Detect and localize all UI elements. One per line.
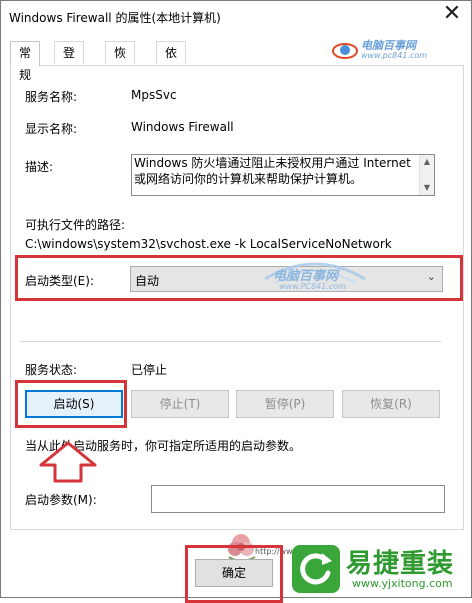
resume-button[interactable]: 恢复(R) [342, 390, 440, 418]
watermark-logo-top: 电脑百事网 www.pc841.com [331, 35, 441, 65]
display-name-label: 显示名称: [25, 122, 78, 136]
tab-logon[interactable]: 登录 [54, 41, 85, 82]
ok-button[interactable]: 确定 [195, 559, 273, 587]
service-status-label: 服务状态: [25, 363, 78, 377]
startup-type-value: 自动 [135, 274, 160, 288]
scroll-up-icon[interactable]: ▲ [420, 155, 434, 169]
service-name-label: 服务名称: [25, 90, 78, 104]
tab-recovery[interactable]: 恢复 [105, 41, 136, 82]
divider [20, 341, 441, 342]
description-label: 描述: [25, 160, 54, 174]
brand-name: 易捷重装 [346, 549, 455, 579]
chevron-down-icon: ⌄ [426, 270, 436, 283]
properties-dialog: Windows Firewall 的属性(本地计算机) ✕ 电脑百事网 www.… [0, 0, 472, 603]
service-status-value: 已停止 [131, 363, 168, 377]
start-params-input[interactable] [151, 485, 445, 513]
startup-type-label: 启动类型(E): [25, 274, 94, 288]
description-text: Windows 防火墙通过阻止未授权用户通过 Internet 或网络访问你的计… [134, 156, 411, 186]
tab-general[interactable]: 常规 [10, 41, 41, 82]
watermark-logo-center-url: www.PC841.com [279, 282, 346, 291]
title-bar: Windows Firewall 的属性(本地计算机) ✕ [1, 1, 471, 31]
start-button[interactable]: 启动(S) [25, 390, 123, 418]
window-title: Windows Firewall 的属性(本地计算机) [9, 11, 221, 25]
watermark-logo-center: 电脑百事网 www.PC841.com [245, 249, 385, 297]
exe-path-label: 可执行文件的路径: [25, 218, 126, 232]
arrow-up-icon [39, 441, 97, 483]
display-name-value: Windows Firewall [131, 120, 234, 134]
scroll-down-icon[interactable]: ▼ [420, 181, 434, 195]
description-scrollbar[interactable]: ▲ ▼ [419, 155, 434, 195]
brand-watermark: 易捷重装 www.yjxitong.com [292, 539, 472, 597]
close-icon[interactable]: ✕ [441, 3, 463, 27]
description-field[interactable]: Windows 防火墙通过阻止未授权用户通过 Internet 或网络访问你的计… [131, 154, 435, 196]
pause-button[interactable]: 暂停(P) [236, 390, 334, 418]
start-params-label: 启动参数(M): [25, 493, 97, 507]
watermark-logo-top-url: www.pc841.com [361, 51, 428, 60]
stop-button[interactable]: 停止(T) [131, 390, 229, 418]
tab-dependencies[interactable]: 依存关系 [156, 41, 187, 126]
refresh-icon [292, 545, 340, 593]
service-name-value: MpsSvc [131, 88, 177, 102]
brand-url: www.yjxitong.com [352, 577, 453, 590]
